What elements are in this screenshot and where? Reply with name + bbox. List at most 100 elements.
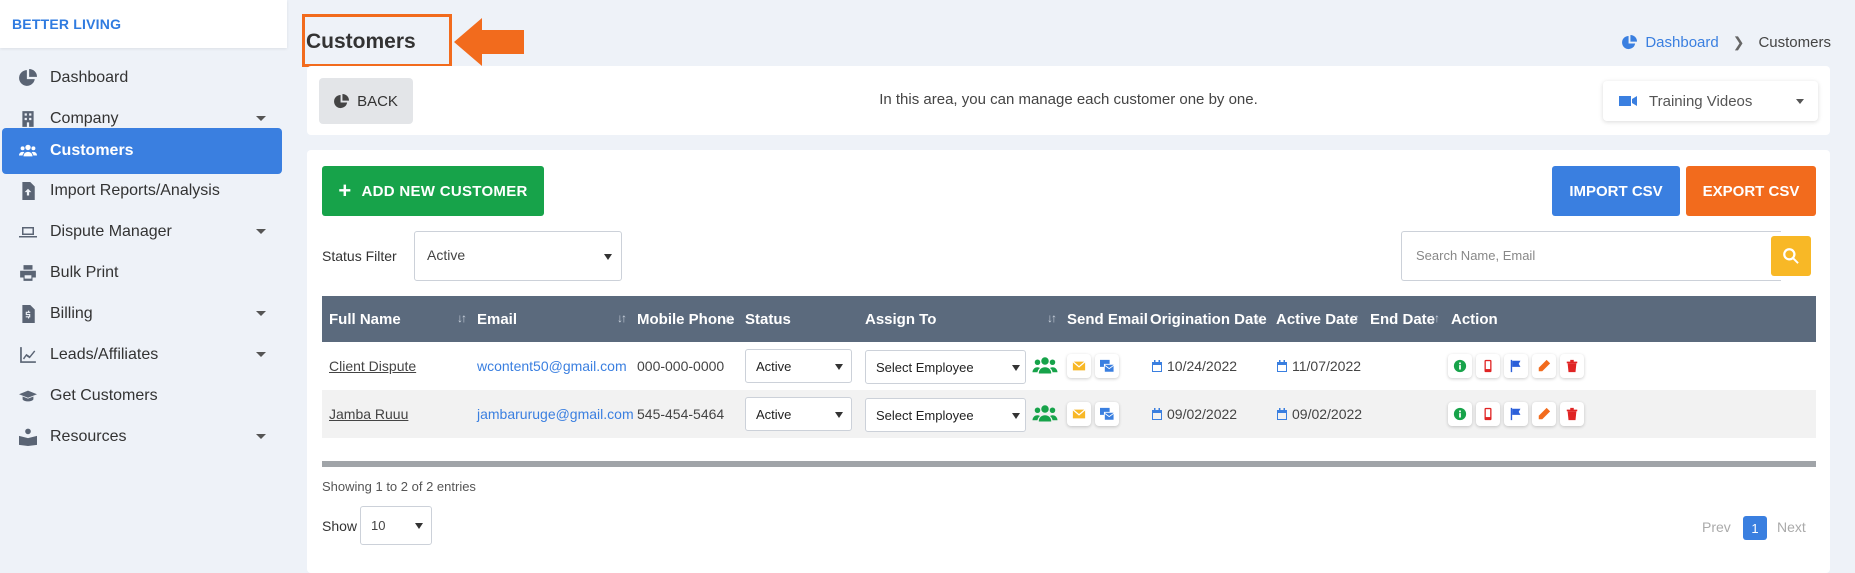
mobile-phone-icon (1484, 407, 1492, 421)
column-header-send-email[interactable]: Send Email (1067, 311, 1148, 328)
show-entries-label: Show (322, 518, 358, 534)
prev-page-button[interactable]: Prev (1702, 519, 1731, 535)
table-row: Jamba Ruuu jambaruruge@gmail.com 545-454… (322, 390, 1816, 438)
team-icon[interactable] (1032, 404, 1058, 429)
customer-phone: 000-000-0000 (637, 358, 725, 374)
pie-chart-icon (1622, 35, 1638, 50)
users-icon (18, 141, 38, 161)
chevron-right-icon: ❯ (1732, 34, 1745, 50)
origination-date-value: 09/02/2022 (1167, 406, 1238, 422)
mail-template-button[interactable] (1095, 402, 1119, 426)
invoice-icon (18, 304, 38, 324)
sidebar-item-import-reports[interactable]: Import Reports/Analysis (2, 168, 282, 214)
dropdown-arrow-icon (835, 412, 843, 418)
chevron-down-icon (256, 352, 266, 357)
brand-name: BETTER LIVING (12, 16, 122, 32)
next-page-button[interactable]: Next (1777, 519, 1806, 535)
column-header-action: Action (1451, 311, 1498, 328)
sidebar: BETTER LIVING Dashboard Company Customer… (0, 0, 287, 573)
active-date-value: 09/02/2022 (1292, 406, 1363, 422)
sidebar-item-dispute-manager[interactable]: Dispute Manager (2, 209, 282, 255)
assign-employee-select[interactable]: Select Employee (865, 398, 1026, 432)
search-button[interactable] (1771, 236, 1811, 276)
column-header-mobile-phone[interactable]: Mobile Phone (637, 311, 735, 328)
info-card: BACK In this area, you can manage each c… (307, 66, 1830, 135)
sort-icon[interactable]: ↓↑ (1255, 311, 1265, 325)
delete-button[interactable] (1560, 354, 1584, 378)
sidebar-item-resources[interactable]: Resources (2, 414, 282, 460)
sidebar-item-leads-affiliates[interactable]: Leads/Affiliates (2, 332, 282, 378)
customer-name-link[interactable]: Jamba Ruuu (329, 406, 408, 422)
export-csv-button[interactable]: EXPORT CSV (1686, 166, 1816, 216)
pencil-icon (1538, 359, 1551, 372)
sort-icon[interactable]: ↓↑ (457, 311, 467, 325)
column-header-assign-to[interactable]: Assign To (865, 311, 936, 328)
customer-email-link[interactable]: jambaruruge@gmail.com (477, 406, 634, 422)
line-chart-icon (18, 345, 38, 365)
video-camera-icon (1619, 96, 1637, 106)
info-icon (1453, 359, 1467, 373)
sort-icon[interactable]: ↓↑ (617, 311, 627, 325)
brand-logo[interactable]: BETTER LIVING (0, 0, 287, 48)
status-filter-value: Active (427, 247, 466, 263)
info-button[interactable] (1448, 402, 1472, 426)
chevron-down-icon (256, 311, 266, 316)
column-header-origination-date[interactable]: Origination Date (1150, 311, 1267, 328)
breadcrumb-home-label: Dashboard (1645, 34, 1719, 51)
page-1-button[interactable]: 1 (1743, 516, 1767, 540)
add-new-customer-button[interactable]: + ADD NEW CUSTOMER (322, 166, 544, 216)
mail-bulk-icon (1100, 407, 1114, 421)
status-select[interactable]: Active (745, 349, 852, 383)
sidebar-item-dashboard[interactable]: Dashboard (2, 55, 282, 101)
origination-date: 09/02/2022 (1151, 406, 1237, 422)
sort-icon[interactable]: ↓↑ (1430, 311, 1440, 325)
column-header-active-date[interactable]: Active Date (1276, 311, 1358, 328)
import-csv-button[interactable]: IMPORT CSV (1552, 166, 1680, 216)
edit-button[interactable] (1532, 354, 1556, 378)
column-header-end-date[interactable]: End Date (1370, 311, 1435, 328)
sidebar-item-bulk-print[interactable]: Bulk Print (2, 250, 282, 296)
assign-employee-select[interactable]: Select Employee (865, 350, 1026, 384)
status-select[interactable]: Active (745, 397, 852, 431)
column-header-status[interactable]: Status (745, 311, 791, 328)
dropdown-arrow-icon (835, 364, 843, 370)
customer-email-link[interactable]: wcontent50@gmail.com (477, 358, 627, 374)
customers-card: + ADD NEW CUSTOMER IMPORT CSV EXPORT CSV… (307, 150, 1830, 573)
edit-button[interactable] (1532, 402, 1556, 426)
sidebar-item-get-customers[interactable]: Get Customers (2, 373, 282, 419)
send-email-button[interactable] (1067, 354, 1091, 378)
delete-button[interactable] (1560, 402, 1584, 426)
sidebar-item-label: Dashboard (50, 69, 129, 86)
sort-icon[interactable]: ↓↑ (1047, 311, 1057, 325)
flag-icon (1510, 359, 1521, 373)
search-input[interactable]: Search Name, Email (1401, 231, 1781, 281)
pencil-icon (1538, 407, 1551, 420)
breadcrumb-dashboard-link[interactable]: Dashboard (1622, 34, 1719, 51)
training-videos-dropdown[interactable]: Training Videos (1603, 81, 1818, 121)
mail-template-button[interactable] (1095, 354, 1119, 378)
horizontal-scrollbar[interactable] (322, 461, 1816, 467)
column-header-email[interactable]: Email (477, 311, 517, 328)
sidebar-item-billing[interactable]: Billing (2, 291, 282, 337)
calendar-icon (1277, 408, 1287, 420)
column-header-full-name[interactable]: Full Name (329, 311, 401, 328)
mobile-phone-icon (1484, 359, 1492, 373)
add-button-label: ADD NEW CUSTOMER (361, 182, 528, 200)
sort-icon[interactable]: ↓↑ (1350, 311, 1360, 325)
customer-name-link[interactable]: Client Dispute (329, 358, 416, 374)
sidebar-item-label: Import Reports/Analysis (50, 182, 220, 199)
flag-button[interactable] (1504, 402, 1528, 426)
flag-button[interactable] (1504, 354, 1528, 378)
team-icon[interactable] (1032, 356, 1058, 381)
mobile-button[interactable] (1476, 354, 1500, 378)
mail-bulk-icon (1100, 359, 1114, 373)
printer-icon (18, 263, 38, 283)
status-value: Active (756, 407, 792, 422)
sort-icon[interactable]: ↓↑ (724, 311, 734, 325)
dropdown-arrow-icon (604, 254, 612, 260)
send-email-button[interactable] (1067, 402, 1091, 426)
mobile-button[interactable] (1476, 402, 1500, 426)
status-filter-select[interactable]: Active (414, 231, 622, 281)
page-size-select[interactable]: 10 (360, 506, 432, 545)
info-button[interactable] (1448, 354, 1472, 378)
